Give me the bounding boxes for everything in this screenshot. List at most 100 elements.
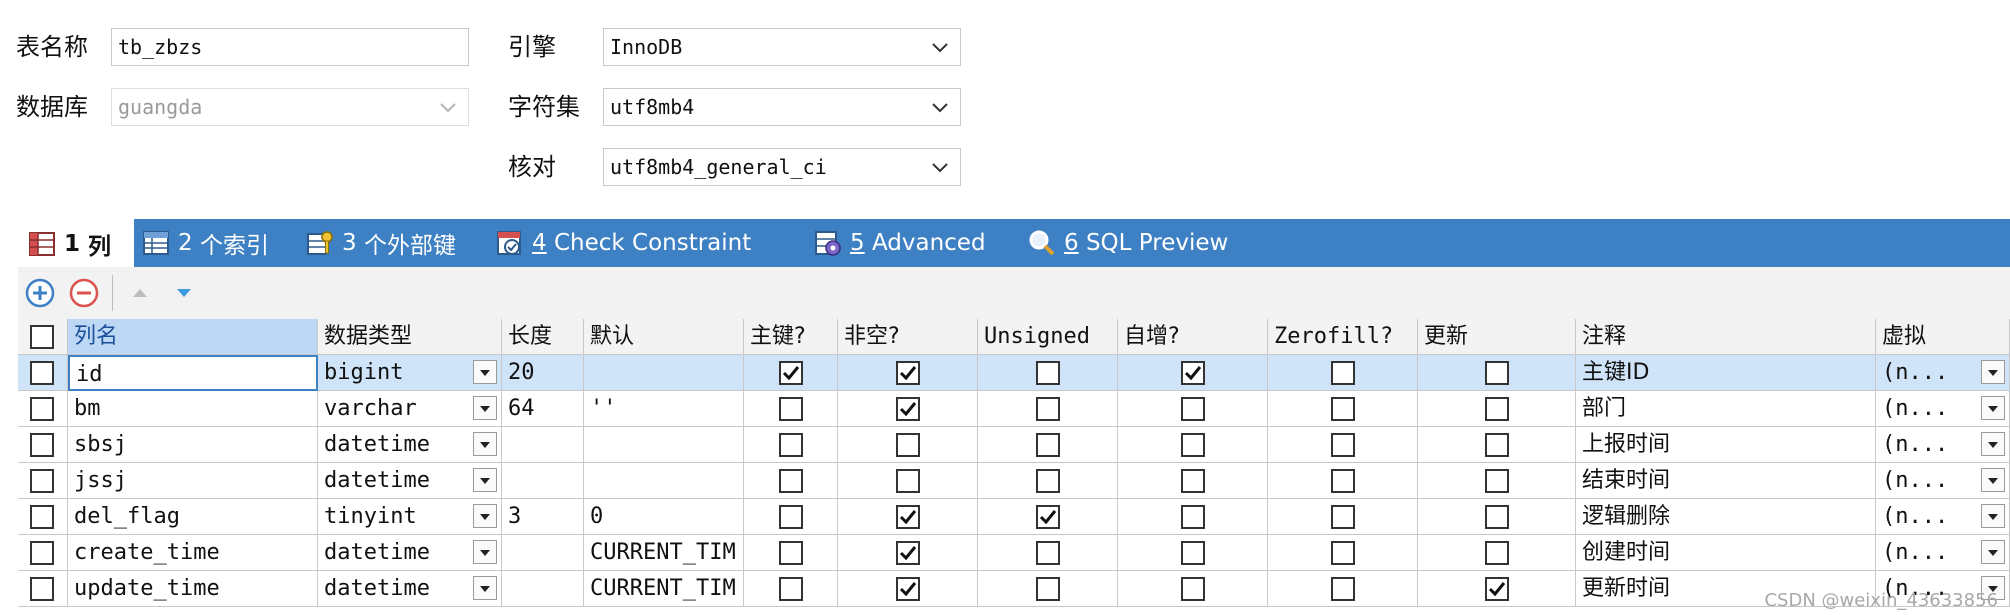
- not-null-checkbox[interactable]: [896, 361, 920, 385]
- dropdown-arrow-icon[interactable]: [1981, 396, 2005, 420]
- auto-increment-checkbox-cell[interactable]: [1118, 463, 1268, 499]
- chevron-down-icon[interactable]: [928, 155, 952, 179]
- auto-increment-checkbox[interactable]: [1181, 433, 1205, 457]
- primary-key-checkbox-cell[interactable]: [744, 499, 838, 535]
- primary-key-checkbox[interactable]: [779, 505, 803, 529]
- auto-increment-checkbox-cell[interactable]: [1118, 427, 1268, 463]
- engine-select[interactable]: InnoDB: [603, 28, 961, 66]
- unsigned-checkbox-cell[interactable]: [978, 535, 1118, 571]
- cell-default[interactable]: [584, 427, 744, 463]
- zerofill-checkbox[interactable]: [1331, 541, 1355, 565]
- unsigned-checkbox-cell[interactable]: [978, 391, 1118, 427]
- row-select-cell[interactable]: [18, 499, 68, 535]
- zerofill-checkbox-cell[interactable]: [1268, 571, 1418, 607]
- on-update-checkbox[interactable]: [1485, 469, 1509, 493]
- zerofill-checkbox-cell[interactable]: [1268, 463, 1418, 499]
- cell-length[interactable]: [502, 463, 584, 499]
- table-row[interactable]: jssj datetime 结束时间 (n...: [18, 463, 2010, 499]
- cell-virtual[interactable]: (n...: [1876, 499, 2010, 535]
- dropdown-arrow-icon[interactable]: [1981, 504, 2005, 528]
- dropdown-arrow-icon[interactable]: [473, 468, 497, 492]
- zerofill-checkbox-cell[interactable]: [1268, 391, 1418, 427]
- chevron-down-icon[interactable]: [928, 95, 952, 119]
- header-length[interactable]: 长度: [502, 319, 584, 355]
- tab-foreign-keys[interactable]: 3 个外部键: [306, 219, 456, 267]
- primary-key-checkbox[interactable]: [779, 469, 803, 493]
- on-update-checkbox-cell[interactable]: [1418, 427, 1576, 463]
- not-null-checkbox-cell[interactable]: [838, 391, 978, 427]
- row-select-cell[interactable]: [18, 355, 68, 391]
- cell-column-name[interactable]: update_time: [68, 571, 318, 607]
- row-select-cell[interactable]: [18, 571, 68, 607]
- cell-length[interactable]: [502, 535, 584, 571]
- cell-data-type[interactable]: datetime: [318, 463, 502, 499]
- dropdown-arrow-icon[interactable]: [473, 432, 497, 456]
- header-column-name[interactable]: 列名: [68, 319, 318, 355]
- table-row[interactable]: sbsj datetime 上报时间 (n...: [18, 427, 2010, 463]
- not-null-checkbox[interactable]: [896, 505, 920, 529]
- auto-increment-checkbox-cell[interactable]: [1118, 535, 1268, 571]
- primary-key-checkbox-cell[interactable]: [744, 463, 838, 499]
- not-null-checkbox-cell[interactable]: [838, 463, 978, 499]
- on-update-checkbox[interactable]: [1485, 577, 1509, 601]
- table-name-input[interactable]: tb_zbzs: [111, 28, 469, 66]
- zerofill-checkbox-cell[interactable]: [1268, 427, 1418, 463]
- not-null-checkbox[interactable]: [896, 577, 920, 601]
- auto-increment-checkbox[interactable]: [1181, 505, 1205, 529]
- table-row[interactable]: bm varchar 64 '' 部门 (n...: [18, 391, 2010, 427]
- cell-default[interactable]: CURRENT_TIM: [584, 571, 744, 607]
- collation-select[interactable]: utf8mb4_general_ci: [603, 148, 961, 186]
- on-update-checkbox-cell[interactable]: [1418, 571, 1576, 607]
- dropdown-arrow-icon[interactable]: [473, 540, 497, 564]
- cell-default[interactable]: '': [584, 391, 744, 427]
- row-select-checkbox[interactable]: [30, 397, 54, 421]
- cell-data-type[interactable]: tinyint: [318, 499, 502, 535]
- cell-column-name[interactable]: id: [68, 355, 318, 391]
- unsigned-checkbox[interactable]: [1036, 469, 1060, 493]
- cell-virtual[interactable]: (n...: [1876, 463, 2010, 499]
- tab-advanced[interactable]: 5 Advanced: [814, 219, 986, 267]
- cell-length[interactable]: 20: [502, 355, 584, 391]
- tab-sql-preview[interactable]: 6 SQL Preview: [1028, 219, 1228, 267]
- auto-increment-checkbox-cell[interactable]: [1118, 391, 1268, 427]
- row-select-checkbox[interactable]: [30, 541, 54, 565]
- on-update-checkbox-cell[interactable]: [1418, 499, 1576, 535]
- select-all-checkbox[interactable]: [30, 325, 54, 349]
- row-select-checkbox[interactable]: [30, 361, 54, 385]
- auto-increment-checkbox[interactable]: [1181, 361, 1205, 385]
- primary-key-checkbox[interactable]: [779, 577, 803, 601]
- header-comment[interactable]: 注释: [1576, 319, 1876, 355]
- header-unsigned[interactable]: Unsigned: [978, 319, 1118, 355]
- cell-comment[interactable]: 部门: [1576, 391, 1876, 427]
- row-select-cell[interactable]: [18, 427, 68, 463]
- header-zerofill[interactable]: Zerofill?: [1268, 319, 1418, 355]
- on-update-checkbox[interactable]: [1485, 361, 1509, 385]
- auto-increment-checkbox[interactable]: [1181, 469, 1205, 493]
- cell-data-type[interactable]: bigint: [318, 355, 502, 391]
- cell-data-type[interactable]: datetime: [318, 535, 502, 571]
- on-update-checkbox[interactable]: [1485, 541, 1509, 565]
- on-update-checkbox[interactable]: [1485, 397, 1509, 421]
- cell-data-type[interactable]: datetime: [318, 427, 502, 463]
- row-select-checkbox[interactable]: [30, 469, 54, 493]
- auto-increment-checkbox[interactable]: [1181, 577, 1205, 601]
- cell-comment[interactable]: 结束时间: [1576, 463, 1876, 499]
- primary-key-checkbox-cell[interactable]: [744, 391, 838, 427]
- cell-column-name[interactable]: del_flag: [68, 499, 318, 535]
- row-select-cell[interactable]: [18, 535, 68, 571]
- cell-comment[interactable]: 逻辑删除: [1576, 499, 1876, 535]
- header-not-null[interactable]: 非空?: [838, 319, 978, 355]
- row-select-cell[interactable]: [18, 463, 68, 499]
- dropdown-arrow-icon[interactable]: [473, 396, 497, 420]
- dropdown-arrow-icon[interactable]: [473, 576, 497, 600]
- cell-column-name[interactable]: jssj: [68, 463, 318, 499]
- unsigned-checkbox-cell[interactable]: [978, 463, 1118, 499]
- primary-key-checkbox-cell[interactable]: [744, 571, 838, 607]
- unsigned-checkbox[interactable]: [1036, 541, 1060, 565]
- row-select-checkbox[interactable]: [30, 505, 54, 529]
- zerofill-checkbox[interactable]: [1331, 433, 1355, 457]
- cell-column-name[interactable]: bm: [68, 391, 318, 427]
- cell-column-name[interactable]: create_time: [68, 535, 318, 571]
- not-null-checkbox[interactable]: [896, 541, 920, 565]
- chevron-down-icon[interactable]: [928, 35, 952, 59]
